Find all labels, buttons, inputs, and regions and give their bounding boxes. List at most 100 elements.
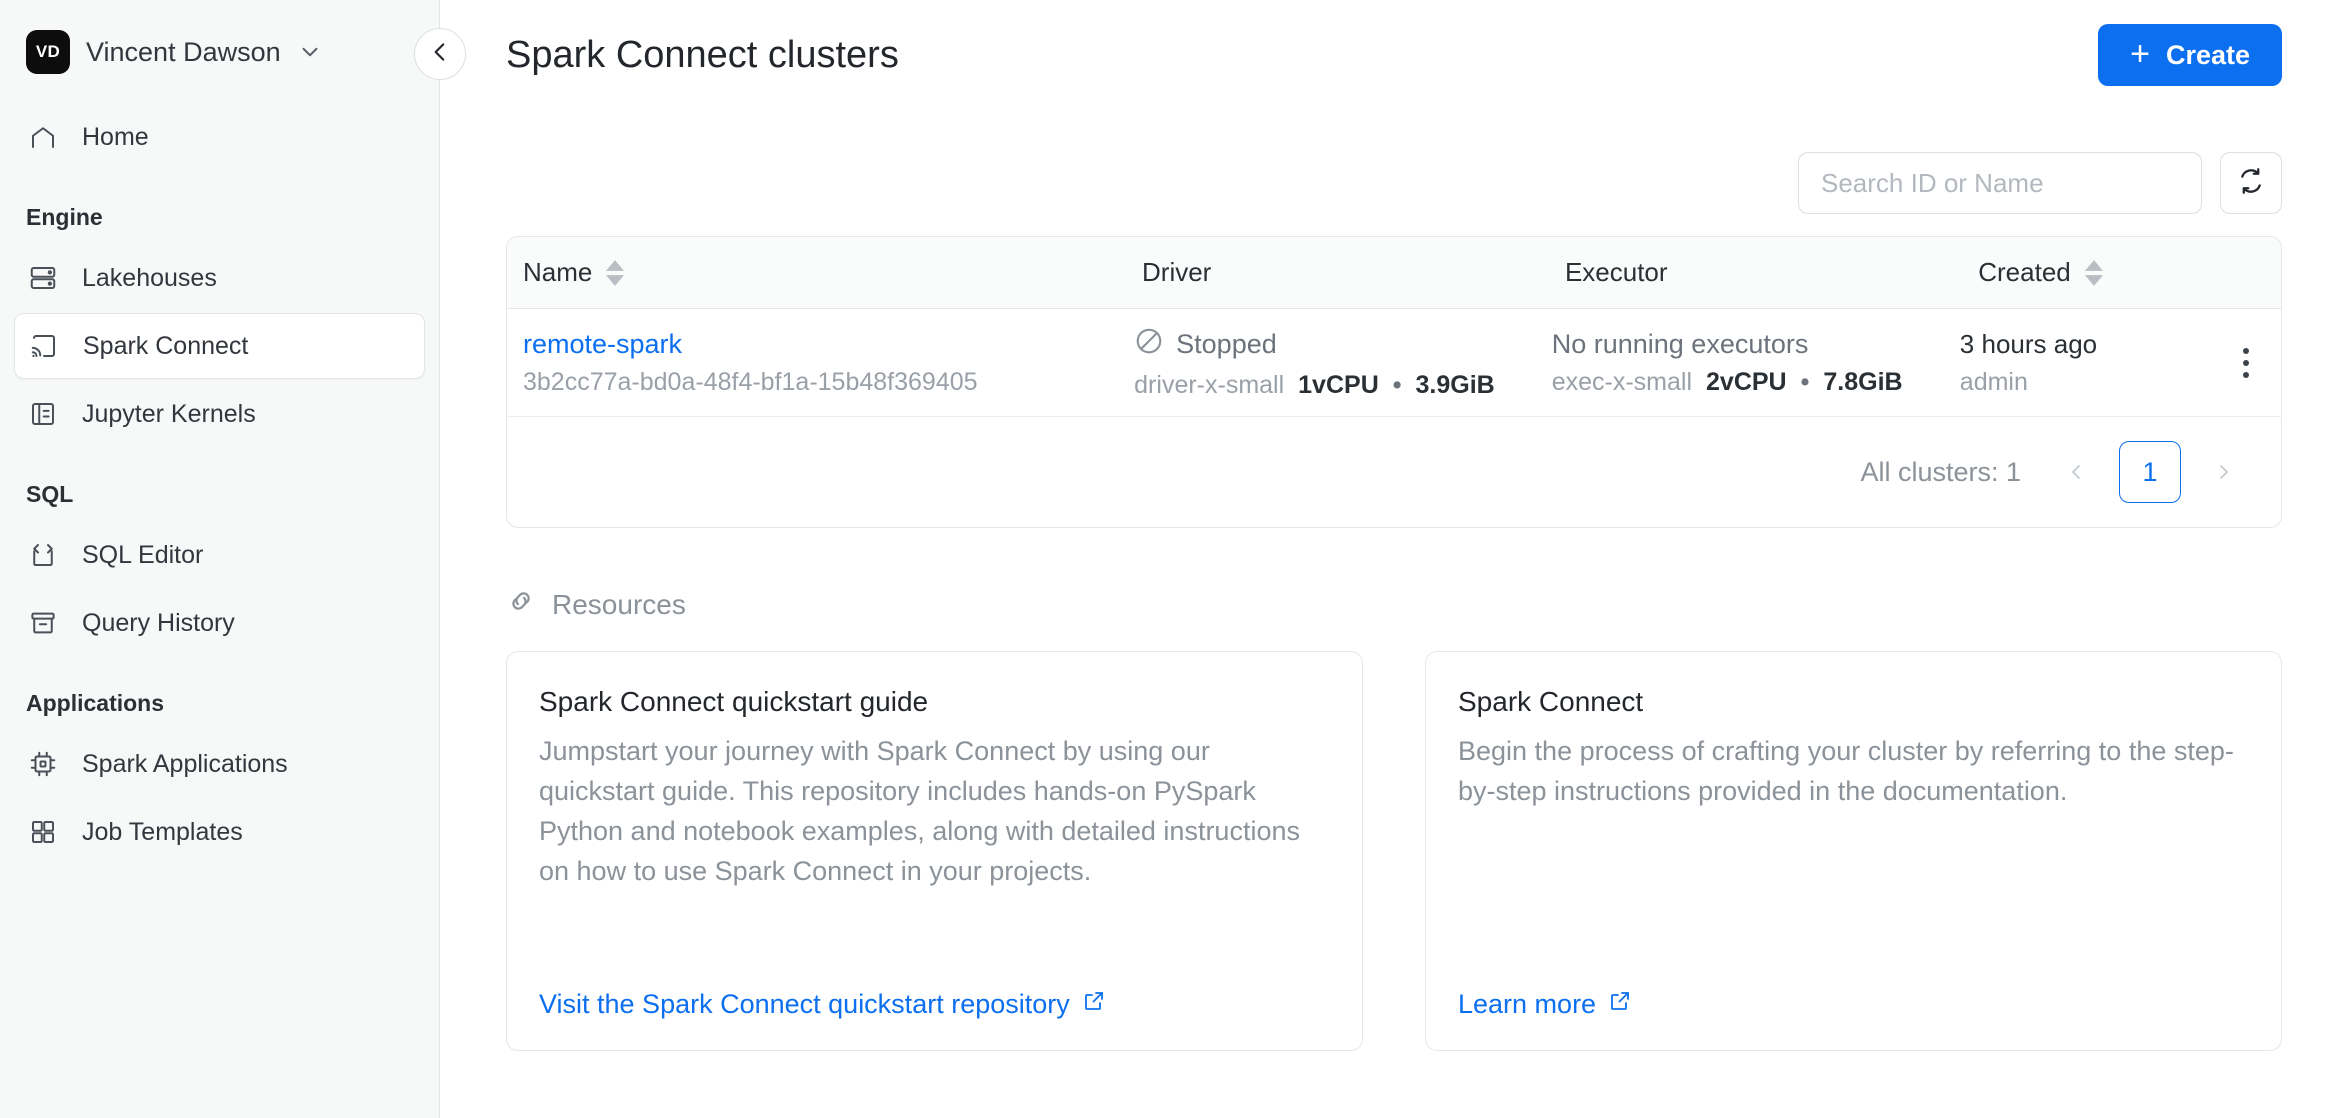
kebab-dot <box>2243 371 2249 378</box>
sidebar-item-job-templates[interactable]: Job Templates <box>14 799 425 865</box>
column-header-driver: Driver <box>1142 257 1565 288</box>
total-count-label: All clusters: 1 <box>1860 456 2021 487</box>
account-name: Vincent Dawson <box>86 36 281 67</box>
executor-spec: exec-x-small 2vCPU • 7.8GiB <box>1552 368 1960 397</box>
spec-separator: • <box>1800 367 1810 396</box>
row-actions-menu-button[interactable] <box>2235 340 2257 386</box>
page-header: Spark Connect clusters + Create <box>440 0 2338 100</box>
create-button[interactable]: + Create <box>2098 24 2282 86</box>
pagination-prev-button[interactable] <box>2055 444 2099 500</box>
notebook-icon <box>26 399 60 429</box>
table-pagination: All clusters: 1 1 <box>507 417 2281 527</box>
search-input[interactable] <box>1798 152 2202 214</box>
sidebar-item-label: Home <box>82 122 149 151</box>
table-header-row: Name Driver Executor Created <box>507 237 2281 309</box>
created-time: 3 hours ago <box>1959 328 2098 359</box>
sidebar-item-spark-applications[interactable]: Spark Applications <box>14 731 425 797</box>
pagination-page-1[interactable]: 1 <box>2119 441 2181 503</box>
sidebar-item-label: Spark Applications <box>82 749 288 778</box>
sidebar-item-query-history[interactable]: Query History <box>14 590 425 656</box>
grid-icon <box>26 817 60 847</box>
card-link-quickstart-repo[interactable]: Visit the Spark Connect quickstart repos… <box>539 989 1330 1020</box>
external-link-icon <box>1082 989 1106 1020</box>
column-header-executor: Executor <box>1565 257 1978 288</box>
column-header-name[interactable]: Name <box>523 257 1142 288</box>
sort-icon <box>606 259 625 286</box>
cast-icon <box>27 331 61 361</box>
avatar: VD <box>26 30 70 74</box>
refresh-button[interactable] <box>2220 152 2282 214</box>
card-body: Jumpstart your journey with Spark Connec… <box>539 736 1300 886</box>
link-chain-icon <box>506 586 536 623</box>
card-title: Spark Connect quickstart guide <box>539 686 929 717</box>
clusters-table: Name Driver Executor Created remote-spar… <box>506 236 2282 528</box>
resource-card-spark-connect: Spark Connect Begin the process of craft… <box>1425 651 2282 1051</box>
sidebar-item-lakehouses[interactable]: Lakehouses <box>14 245 425 311</box>
card-title: Spark Connect <box>1458 686 1644 717</box>
sidebar-item-jupyter-kernels[interactable]: Jupyter Kernels <box>14 381 425 447</box>
sidebar-item-spark-connect[interactable]: Spark Connect <box>14 313 425 379</box>
driver-spec: driver-x-small 1vCPU • 3.9GiB <box>1134 371 1552 400</box>
executor-cpu: 2vCPU <box>1706 367 1787 396</box>
account-switcher[interactable]: VD Vincent Dawson <box>0 22 439 82</box>
refresh-icon <box>2236 166 2266 201</box>
cell-name: remote-spark 3b2cc77a-bd0a-48f4-bf1a-15b… <box>507 329 1134 397</box>
sidebar-collapse-button[interactable] <box>414 28 466 80</box>
sidebar-item-label: SQL Editor <box>82 540 204 569</box>
executor-memory: 7.8GiB <box>1823 367 1903 396</box>
stopped-icon <box>1134 326 1164 363</box>
sidebar-item-label: Spark Connect <box>83 331 249 360</box>
sidebar-group-sql: SQL <box>26 481 74 507</box>
cpu-icon <box>26 749 60 779</box>
chevron-down-icon <box>297 39 323 65</box>
column-header-label: Executor <box>1564 257 1668 287</box>
sidebar-item-label: Jupyter Kernels <box>82 399 256 428</box>
sidebar-item-label: Query History <box>82 608 235 637</box>
sidebar-group-applications: Applications <box>26 690 165 716</box>
database-icon <box>26 263 60 293</box>
sidebar-group-engine: Engine <box>26 204 103 230</box>
column-header-label: Driver <box>1142 257 1212 287</box>
driver-status: Stopped <box>1134 326 1552 363</box>
driver-cpu: 1vCPU <box>1298 370 1379 399</box>
card-body: Begin the process of crafting your clust… <box>1458 736 2234 806</box>
sidebar: VD Vincent Dawson Home Engine Lakehouses <box>0 0 440 1118</box>
table-row[interactable]: remote-spark 3b2cc77a-bd0a-48f4-bf1a-15b… <box>507 309 2281 417</box>
pagination-next-button[interactable] <box>2201 444 2245 500</box>
resource-cards: Spark Connect quickstart guide Jumpstart… <box>506 651 2282 1051</box>
cluster-id: 3b2cc77a-bd0a-48f4-bf1a-15b48f369405 <box>523 367 978 396</box>
driver-size: driver-x-small <box>1134 370 1285 399</box>
card-link-learn-more[interactable]: Learn more <box>1458 989 2249 1020</box>
column-header-label: Created <box>1978 257 2071 287</box>
cell-created: 3 hours ago admin <box>1960 329 2235 397</box>
card-link-label: Visit the Spark Connect quickstart repos… <box>539 989 1070 1019</box>
sidebar-item-label: Lakehouses <box>82 263 217 292</box>
cell-executor: No running executors exec-x-small 2vCPU … <box>1552 329 1960 397</box>
page-title: Spark Connect clusters <box>506 33 899 76</box>
table-toolbar <box>440 152 2338 214</box>
create-button-label: Create <box>2165 39 2250 70</box>
executor-status: No running executors <box>1552 329 1960 360</box>
driver-memory: 3.9GiB <box>1415 370 1495 399</box>
app-root: VD Vincent Dawson Home Engine Lakehouses <box>0 0 2338 1118</box>
sidebar-item-sql-editor[interactable]: SQL Editor <box>14 522 425 588</box>
sidebar-item-label: Job Templates <box>82 817 243 846</box>
resources-section-header: Resources <box>506 586 2338 623</box>
cell-driver: Stopped driver-x-small 1vCPU • 3.9GiB <box>1134 326 1552 400</box>
kebab-dot <box>2243 359 2249 366</box>
spec-separator: • <box>1392 370 1402 399</box>
driver-status-label: Stopped <box>1176 328 1277 359</box>
executor-status-label: No running executors <box>1551 328 1809 359</box>
main-content: Spark Connect clusters + Create Name <box>440 0 2338 1118</box>
executor-size: exec-x-small <box>1551 367 1693 396</box>
sort-icon <box>2084 259 2103 286</box>
archive-icon <box>26 608 60 638</box>
external-link-icon <box>1608 989 1632 1020</box>
column-header-created[interactable]: Created <box>1978 257 2257 288</box>
card-link-label: Learn more <box>1458 989 1597 1019</box>
resource-card-quickstart: Spark Connect quickstart guide Jumpstart… <box>506 651 1363 1051</box>
plus-icon: + <box>2130 35 2150 73</box>
sidebar-item-home[interactable]: Home <box>14 104 425 170</box>
cluster-name-link[interactable]: remote-spark <box>523 329 1134 360</box>
kebab-dot <box>2243 347 2249 354</box>
